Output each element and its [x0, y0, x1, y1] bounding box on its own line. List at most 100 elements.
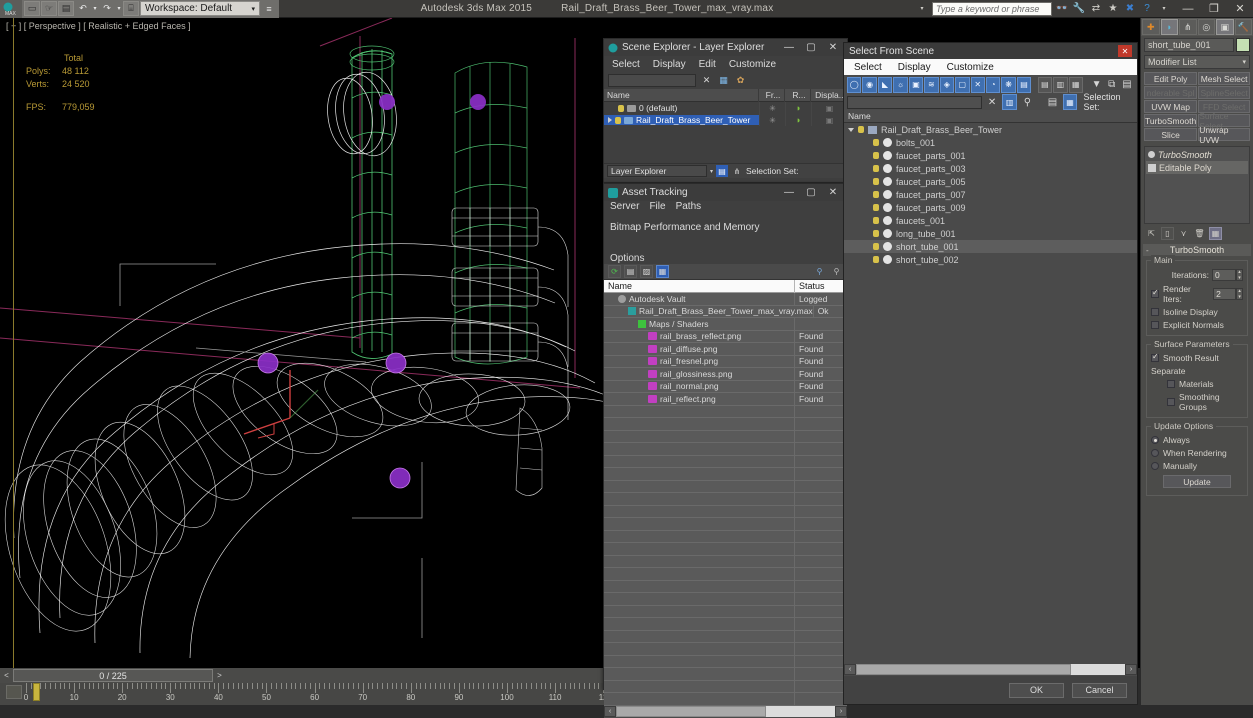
- scene-object-row[interactable]: faucet_parts_003: [844, 162, 1137, 175]
- help-icon[interactable]: ?: [1140, 2, 1154, 16]
- menu-select[interactable]: Select: [854, 62, 882, 73]
- layer-row[interactable]: Rail_Draft_Brass_Beer_Tower ✳ ◗ ▣: [604, 114, 847, 126]
- render-cell[interactable]: ◗: [785, 114, 811, 126]
- display-cameras-icon[interactable]: ▣: [908, 76, 924, 93]
- select-from-scene-titlebar[interactable]: Select From Scene ✕: [844, 43, 1137, 59]
- light-bulb-icon[interactable]: [873, 230, 879, 237]
- collapse-icon[interactable]: -: [1146, 246, 1149, 255]
- chevron-down-icon[interactable]: ▾: [710, 168, 713, 175]
- asset-row-empty[interactable]: [604, 580, 847, 593]
- modifier-button-slice[interactable]: Slice: [1144, 128, 1198, 141]
- create-tab[interactable]: ✚: [1142, 19, 1160, 35]
- asset-row-empty[interactable]: [604, 492, 847, 506]
- redo-dropdown-icon[interactable]: ▾: [116, 1, 122, 16]
- freeze-cell[interactable]: ✳: [759, 114, 785, 126]
- light-bulb-icon[interactable]: [873, 139, 879, 146]
- display-particles-icon[interactable]: ❋: [1001, 76, 1016, 93]
- cancel-button[interactable]: Cancel: [1072, 682, 1127, 698]
- menu-bitmap-performance[interactable]: Bitmap Performance and Memory: [610, 222, 760, 233]
- display-tab[interactable]: ▣: [1216, 19, 1234, 35]
- asset-row-empty[interactable]: [604, 517, 847, 531]
- asset-row-empty[interactable]: [604, 617, 847, 631]
- asset-row-empty[interactable]: [604, 542, 847, 556]
- scroll-left-icon[interactable]: ‹: [604, 706, 616, 717]
- object-color-swatch[interactable]: [1236, 38, 1250, 52]
- display-all-icon[interactable]: ◯: [847, 76, 862, 93]
- manually-radio[interactable]: [1151, 462, 1159, 470]
- column-name[interactable]: Name: [604, 279, 795, 293]
- scene-explorer-footer[interactable]: Layer Explorer ▾ ▤ ⋔ Selection Set:: [604, 163, 847, 178]
- asset-row-empty[interactable]: [604, 655, 847, 668]
- light-bulb-icon[interactable]: [858, 126, 864, 133]
- scene-explorer-menubar[interactable]: Select Display Edit Customize: [604, 56, 847, 72]
- column-settings-icon[interactable]: ▤: [1120, 77, 1134, 93]
- sort-hierarchy-icon[interactable]: ⧉: [1105, 77, 1119, 93]
- motion-tab[interactable]: ◎: [1197, 19, 1215, 35]
- modifier-button-turbosmooth[interactable]: TurboSmooth: [1144, 114, 1198, 127]
- asset-row-empty[interactable]: [604, 630, 847, 643]
- asset-row-empty[interactable]: [604, 680, 847, 693]
- star-icon[interactable]: ★: [1106, 2, 1120, 16]
- workspace-menu-icon[interactable]: ≡: [261, 1, 277, 16]
- remove-modifier-icon[interactable]: 🗑: [1193, 227, 1206, 240]
- scroll-thumb[interactable]: [856, 664, 1071, 675]
- asset-row[interactable]: rail_glossiness.png Found: [604, 367, 847, 381]
- select-from-scene-dialog[interactable]: Select From Scene ✕ Select Display Custo…: [843, 42, 1138, 705]
- clear-search-icon[interactable]: ✕: [700, 74, 713, 87]
- quick-access-toolbar[interactable]: ▭ ☞ ▤ ↶ ▾ ↷ ▾ ⌸ Workspace: Default ▾ ≡: [22, 0, 279, 18]
- materials-checkbox[interactable]: [1167, 380, 1175, 388]
- light-bulb-icon[interactable]: [873, 217, 879, 224]
- asset-row[interactable]: rail_normal.png Found: [604, 380, 847, 393]
- asset-row-empty[interactable]: [604, 455, 847, 468]
- close-icon[interactable]: ✕: [822, 40, 844, 55]
- menu-server[interactable]: Server: [610, 201, 639, 212]
- command-panel[interactable]: ✚ ◗ ⋔ ◎ ▣ 🔨 short_tube_001 Modifier List…: [1140, 18, 1253, 705]
- display-geometry-icon[interactable]: ◉: [862, 76, 877, 93]
- freeze-cell[interactable]: ✳: [759, 102, 785, 114]
- search-input[interactable]: Type a keyword or phrase: [932, 1, 1052, 16]
- exchange-icon[interactable]: ⇄: [1089, 2, 1103, 16]
- scene-explorer-window[interactable]: Scene Explorer - Layer Explorer — ▢ ✕ Se…: [603, 38, 848, 183]
- explicit-normals-checkbox[interactable]: [1151, 321, 1159, 329]
- selection-set-icon[interactable]: ▦: [1062, 94, 1078, 110]
- scene-object-row[interactable]: bolts_001: [844, 136, 1137, 149]
- autodesk-360-icon[interactable]: ✖: [1123, 2, 1137, 16]
- asset-row-empty[interactable]: [604, 592, 847, 606]
- restore-button[interactable]: ❐: [1201, 0, 1227, 18]
- smooth-result-row[interactable]: Smooth Result: [1151, 352, 1243, 363]
- scene-object-row[interactable]: Rail_Draft_Brass_Beer_Tower: [844, 123, 1137, 136]
- update-button[interactable]: Update: [1163, 475, 1231, 488]
- prev-frame-button[interactable]: <: [0, 669, 13, 682]
- smooth-result-checkbox[interactable]: [1151, 352, 1159, 362]
- vault-settings-icon[interactable]: ⚲: [830, 265, 843, 278]
- display-bones-icon[interactable]: ◔: [985, 76, 1001, 93]
- modifier-stack[interactable]: TurboSmooth Editable Poly: [1144, 146, 1250, 224]
- open-file-icon[interactable]: ☞: [41, 1, 57, 16]
- display-lights-icon[interactable]: ☼: [893, 76, 908, 93]
- light-bulb-icon[interactable]: [873, 178, 879, 185]
- utilities-tab[interactable]: 🔨: [1234, 19, 1252, 35]
- isoline-display-checkbox[interactable]: [1151, 308, 1159, 316]
- layer-explorer-toggle-icon[interactable]: ▤: [716, 165, 729, 177]
- turbosmooth-rollout[interactable]: - TurboSmooth Main Iterations: 0 ▴▾ Rend…: [1143, 244, 1251, 496]
- save-file-icon[interactable]: ▤: [58, 1, 74, 16]
- always-radio[interactable]: [1151, 436, 1159, 444]
- command-panel-tabs[interactable]: ✚ ◗ ⋔ ◎ ▣ 🔨: [1141, 18, 1253, 36]
- update-option-when-rendering[interactable]: When Rendering: [1151, 448, 1243, 458]
- configure-modifier-sets-icon[interactable]: ▦: [1209, 226, 1222, 240]
- render-iters-checkbox[interactable]: [1151, 288, 1159, 298]
- light-bulb-icon[interactable]: [873, 204, 879, 211]
- light-bulb-icon[interactable]: [615, 116, 621, 124]
- light-bulb-icon[interactable]: [873, 152, 879, 159]
- modifier-stack-buttons[interactable]: ⇱ ▯ ⋎ 🗑 ▦: [1145, 226, 1249, 240]
- menu-paths[interactable]: Paths: [676, 201, 702, 212]
- pin-stack-icon[interactable]: ⇱: [1145, 227, 1158, 240]
- asset-row-empty[interactable]: [604, 480, 847, 493]
- update-option-manually[interactable]: Manually: [1151, 461, 1243, 471]
- select-from-scene-list[interactable]: Rail_Draft_Brass_Beer_Tower bolts_001fauc…: [844, 123, 1137, 663]
- asset-row[interactable]: rail_reflect.png Found: [604, 392, 847, 406]
- undo-dropdown-icon[interactable]: ▾: [92, 1, 98, 16]
- toggle-layer-icon[interactable]: ▦: [717, 74, 730, 87]
- scene-object-row[interactable]: short_tube_001: [844, 240, 1137, 253]
- scene-object-row[interactable]: long_tube_001: [844, 227, 1137, 240]
